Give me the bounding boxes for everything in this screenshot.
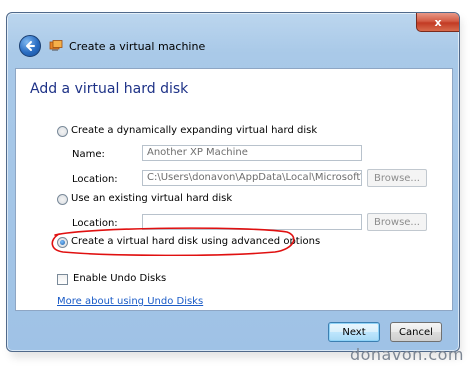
- cancel-button[interactable]: Cancel: [390, 322, 442, 342]
- back-arrow-icon: [26, 41, 35, 51]
- radio-dynamic-disk[interactable]: [57, 126, 68, 137]
- radio-dynamic-disk-label: Create a dynamically expanding virtual h…: [71, 125, 318, 136]
- close-button[interactable]: x: [416, 13, 459, 32]
- undo-disks-help-link[interactable]: More about using Undo Disks: [57, 296, 203, 307]
- content-panel: Add a virtual hard disk Create a dynamic…: [15, 68, 453, 311]
- window-title: Create a virtual machine: [69, 40, 206, 53]
- page-title: Add a virtual hard disk: [30, 81, 189, 97]
- red-annotation-circle: [51, 227, 295, 256]
- browse-button-dynamic[interactable]: Browse...: [367, 169, 427, 187]
- browse-button-existing[interactable]: Browse...: [367, 213, 427, 231]
- radio-existing-disk[interactable]: [57, 194, 68, 205]
- title-bar: Create a virtual machine: [7, 31, 459, 67]
- watermark: donavon.com: [349, 345, 464, 364]
- location-label: Location:: [72, 174, 118, 185]
- undo-disks-label: Enable Undo Disks: [73, 273, 167, 284]
- close-icon: x: [434, 15, 442, 29]
- next-button[interactable]: Next: [328, 322, 380, 342]
- name-field[interactable]: Another XP Machine: [142, 145, 362, 161]
- radio-existing-disk-label: Use an existing virtual hard disk: [71, 193, 233, 204]
- undo-disks-checkbox[interactable]: [57, 274, 68, 285]
- back-button[interactable]: [19, 35, 41, 57]
- dialog-window: x Create a virtual machine Add a virtual…: [6, 12, 460, 352]
- name-label: Name:: [72, 149, 105, 160]
- virtual-pc-icon: [49, 40, 63, 51]
- location-field[interactable]: C:\Users\donavon\AppData\Local\Microsoft…: [142, 170, 362, 186]
